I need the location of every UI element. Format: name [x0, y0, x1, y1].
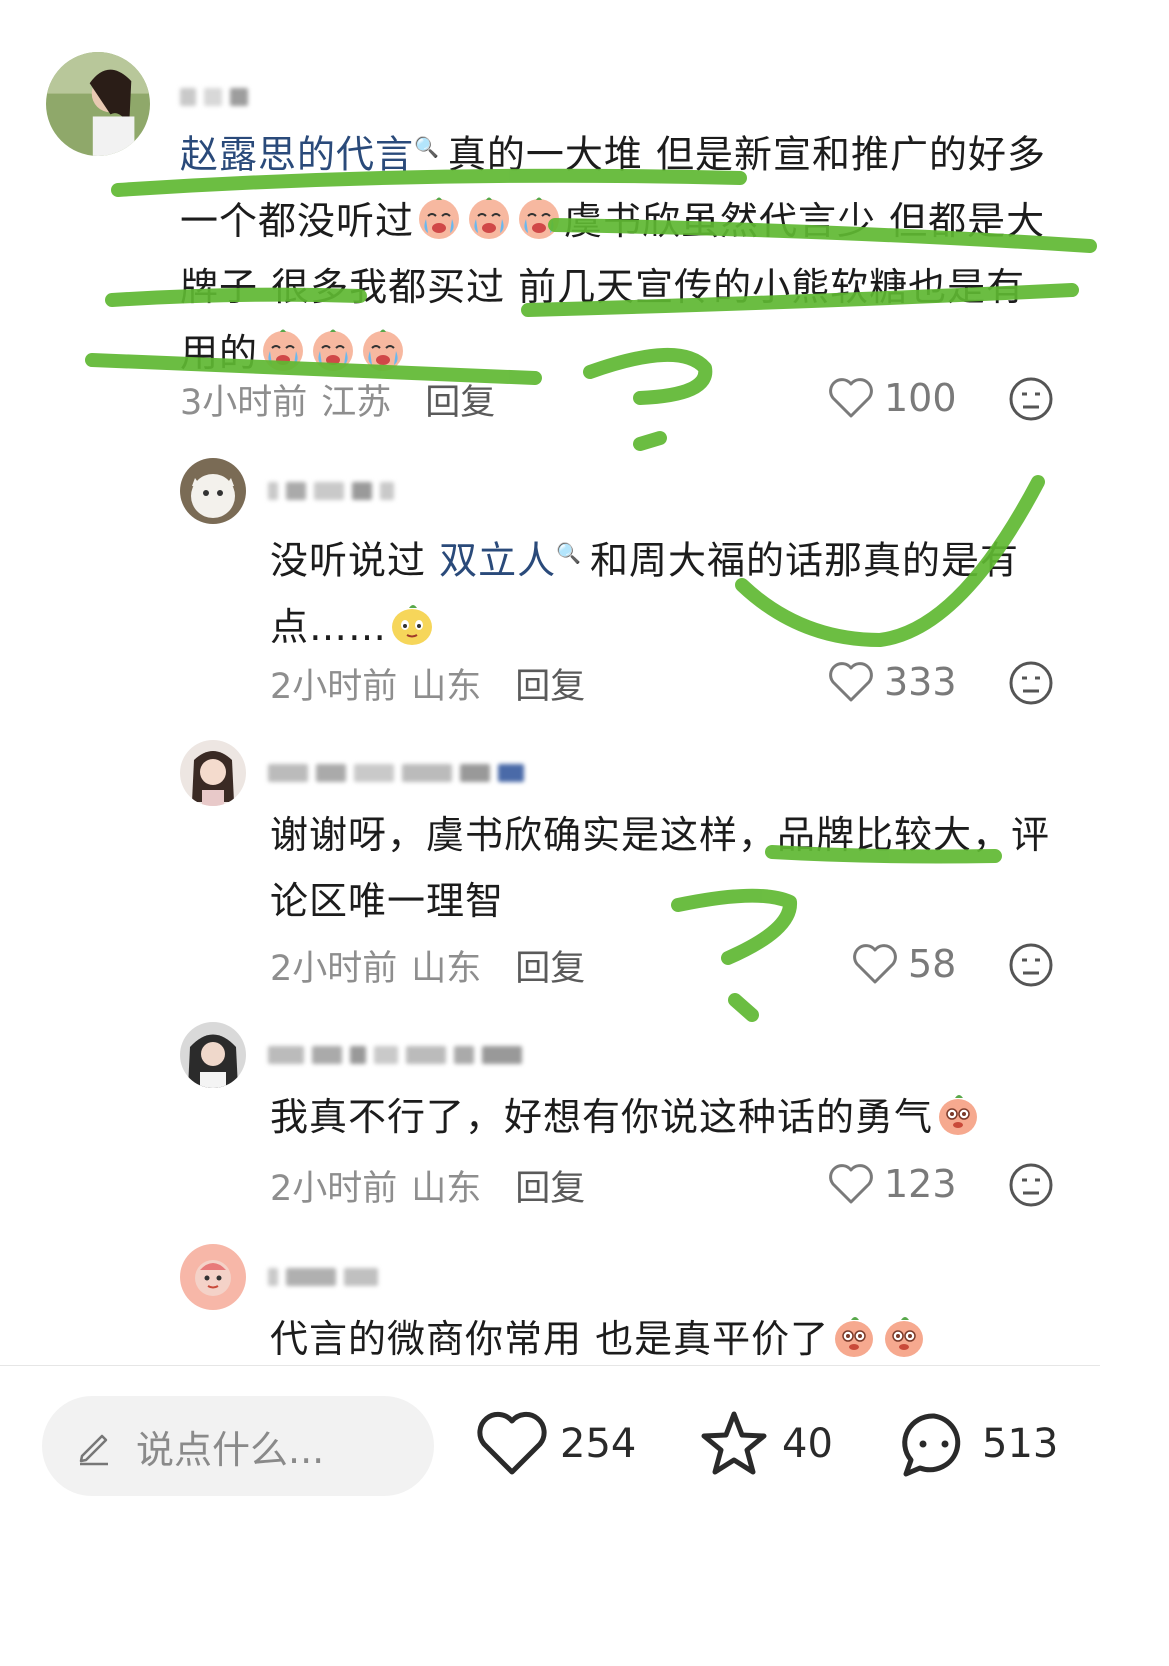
reply-button[interactable]: 回复 [515, 658, 585, 709]
comment-text-part: 真的一大堆 但是新宣和推广的好多 [447, 132, 1047, 177]
like-button[interactable]: 123 [828, 1162, 957, 1206]
like-count: 333 [884, 660, 957, 704]
dislike-face-icon[interactable] [1008, 1162, 1054, 1208]
location: 山东 [411, 1169, 482, 1209]
avatar[interactable] [180, 1022, 246, 1088]
comment-text-part: 用的 [180, 330, 259, 375]
mention-link[interactable]: 双立人 [439, 539, 556, 583]
pencil-icon [79, 1434, 108, 1466]
comment-text-part: 虞书欣虽然代言少 但都是大 [564, 198, 1046, 243]
like-button[interactable]: 100 [828, 376, 957, 420]
like-count: 123 [884, 1162, 957, 1206]
comment-meta: 2小时前 山东 回复 [270, 658, 585, 709]
comment-text-part: 代言的微商你常用 也是真平价了 [270, 1317, 830, 1361]
comment-text: 代言的微商你常用 也是真平价了 [270, 1306, 1100, 1372]
speech-bubble-icon [902, 1413, 961, 1477]
reply-button[interactable]: 回复 [515, 1160, 585, 1211]
heart-icon [853, 944, 897, 984]
comment-meta: 2小时前 山东 回复 [270, 1160, 585, 1211]
mention-link[interactable]: 赵露思的代言 [180, 133, 414, 177]
location: 江苏 [321, 383, 392, 423]
pear-face-emoji-icon [392, 604, 433, 645]
location: 山东 [411, 949, 482, 989]
peach-face-emoji-icon [885, 1317, 924, 1357]
dislike-face-icon[interactable] [1008, 660, 1054, 706]
comment-meta: 3小时前 江苏 回复 [180, 374, 495, 425]
comment-text: 谢谢呀，虞书欣确实是这样，品牌比较大，评 论区唯一理智 [270, 802, 1100, 934]
username-blurred[interactable] [180, 86, 248, 108]
peach-face-emoji-icon [835, 1317, 874, 1357]
question-mark-stroke [633, 431, 667, 451]
timestamp: 2小时前 [270, 949, 398, 989]
dislike-face-icon[interactable] [1008, 942, 1054, 988]
search-icon[interactable]: 🔍 [556, 541, 582, 565]
reply-button[interactable]: 回复 [425, 374, 495, 425]
username-blurred[interactable] [268, 762, 524, 784]
star-icon [701, 1411, 767, 1475]
heart-icon [829, 378, 873, 418]
comment-input[interactable]: 说点什么... [42, 1396, 434, 1496]
comment-text-part: 没听说过 [270, 538, 427, 583]
timestamp: 3小时前 [180, 383, 308, 423]
comment-text-part: 论区唯一理智 [270, 879, 505, 923]
crying-emoji-icon [313, 329, 354, 371]
bottom-action-bar: 说点什么... 254 40 513 [0, 1366, 1169, 1666]
post-like-count: 254 [560, 1421, 637, 1467]
comment-meta: 2小时前 山东 回复 [270, 940, 585, 991]
heart-icon [829, 1164, 873, 1204]
question-mark-stroke [728, 993, 759, 1022]
like-count: 58 [908, 942, 957, 986]
reply-button[interactable]: 回复 [515, 940, 585, 991]
comment-text-part: 牌子 很多我都买过 前几天宣传的小熊软糖也是有 [180, 264, 1026, 309]
avatar[interactable] [180, 1244, 246, 1310]
comment-text-part: 点…… [270, 604, 388, 649]
favorite-button[interactable]: 40 [698, 1408, 833, 1480]
comment-count: 513 [982, 1421, 1059, 1467]
dislike-face-icon[interactable] [1008, 376, 1054, 422]
crying-emoji-icon [519, 197, 560, 239]
timestamp: 2小时前 [270, 1169, 398, 1209]
heart-icon [477, 1411, 547, 1475]
crying-emoji-icon [419, 197, 460, 239]
like-button[interactable]: 333 [828, 660, 957, 704]
comment-text-part: 谢谢呀，虞书欣确实是这样，品牌比较大，评 [270, 813, 1051, 857]
crying-emoji-icon [469, 197, 510, 239]
avatar[interactable] [46, 52, 150, 156]
comment-text: 赵露思的代言🔍 真的一大堆 但是新宣和推广的好多 一个都没听过 虞书欣虽然代言少 但… [180, 114, 1080, 386]
peach-face-emoji-icon [939, 1095, 978, 1135]
comment-text-part: 我真不行了，好想有你说这种话的勇气 [270, 1095, 934, 1139]
location: 山东 [411, 667, 482, 707]
username-blurred[interactable] [268, 1044, 522, 1066]
username-blurred[interactable] [268, 480, 394, 502]
like-post-button[interactable]: 254 [476, 1408, 636, 1480]
like-count: 100 [884, 376, 957, 420]
crying-emoji-icon [263, 329, 304, 371]
avatar[interactable] [180, 740, 246, 806]
crying-emoji-icon [363, 329, 404, 371]
comment-text-part: 和周大福的话那真的是有 [590, 538, 1020, 583]
timestamp: 2小时前 [270, 667, 398, 707]
favorite-count: 40 [782, 1421, 833, 1467]
like-button[interactable]: 58 [852, 942, 956, 986]
search-icon[interactable]: 🔍 [414, 135, 440, 159]
comment-input-placeholder: 说点什么... [136, 1427, 325, 1472]
comment-text: 我真不行了，好想有你说这种话的勇气 [270, 1084, 1100, 1150]
username-blurred[interactable] [268, 1266, 378, 1288]
comment-text-part: 一个都没听过 [180, 198, 415, 243]
comment-text: 没听说过 双立人🔍 和周大福的话那真的是有 点…… [270, 520, 1090, 660]
comments-button[interactable]: 513 [898, 1408, 1058, 1480]
avatar[interactable] [180, 458, 246, 524]
heart-icon [829, 662, 873, 702]
